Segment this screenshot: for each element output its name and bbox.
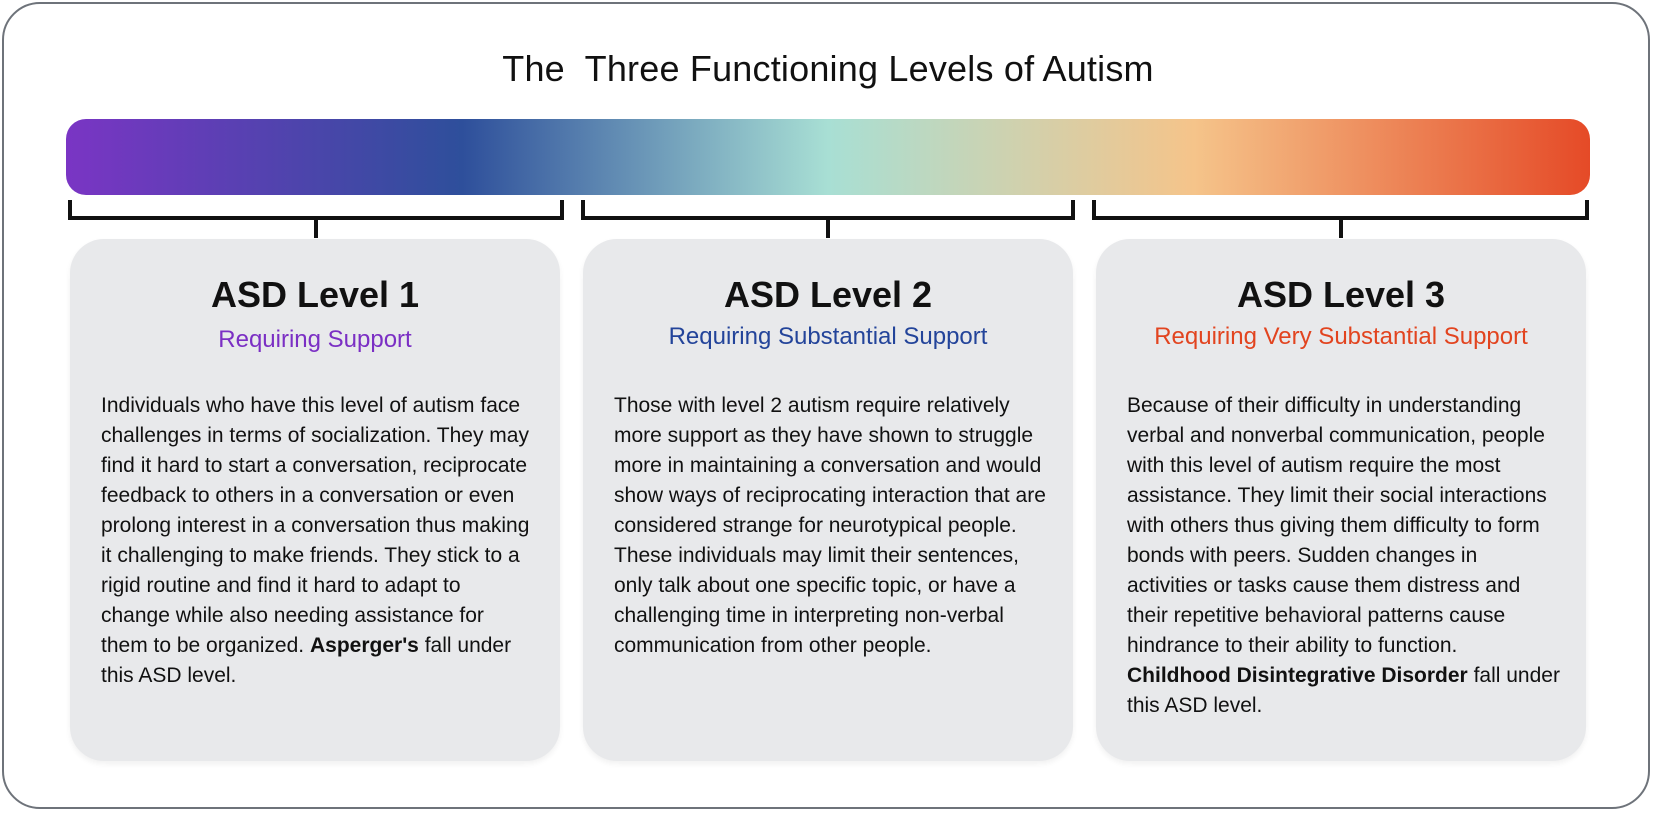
level-2-bracket-tick [826, 216, 830, 238]
level-3-bracket [1092, 200, 1589, 238]
level-3-description-bold: Childhood Disintegrative Disorder [1127, 664, 1468, 687]
level-2-description-text: Those with level 2 autism require relati… [614, 394, 1046, 657]
level-2-bracket [581, 200, 1075, 238]
level-1-bracket [68, 200, 564, 238]
level-3-card: ASD Level 3 Requiring Very Substantial S… [1096, 239, 1586, 761]
level-1-subtitle: Requiring Support [218, 326, 412, 353]
level-3-subtitle: Requiring Very Substantial Support [1154, 323, 1528, 350]
level-2-heading: ASD Level 2 [723, 274, 933, 315]
level-3-description-text: Because of their difficulty in understan… [1127, 394, 1547, 657]
level-1-description: Individuals who have this level of autis… [101, 391, 534, 691]
level-1-heading: ASD Level 1 [210, 274, 420, 315]
level-1-description-text: Individuals who have this level of autis… [101, 394, 530, 657]
level-3-heading: ASD Level 3 [1236, 274, 1446, 315]
page-title: The Three Functioning Levels of Autism [502, 48, 1154, 89]
level-1-bracket-tick [314, 216, 318, 238]
spectrum-gradient-bar [66, 119, 1590, 195]
level-1-description-bold: Asperger's [309, 634, 419, 657]
level-2-subtitle: Requiring Substantial Support [668, 323, 988, 350]
level-3-bracket-tick [1338, 216, 1343, 238]
level-1-card: ASD Level 1 Requiring Support Individual… [70, 239, 560, 761]
level-3-description: Because of their difficulty in understan… [1127, 391, 1560, 721]
level-2-card: ASD Level 2 Requiring Substantial Suppor… [583, 239, 1073, 761]
level-2-description: Those with level 2 autism require relati… [614, 391, 1047, 661]
